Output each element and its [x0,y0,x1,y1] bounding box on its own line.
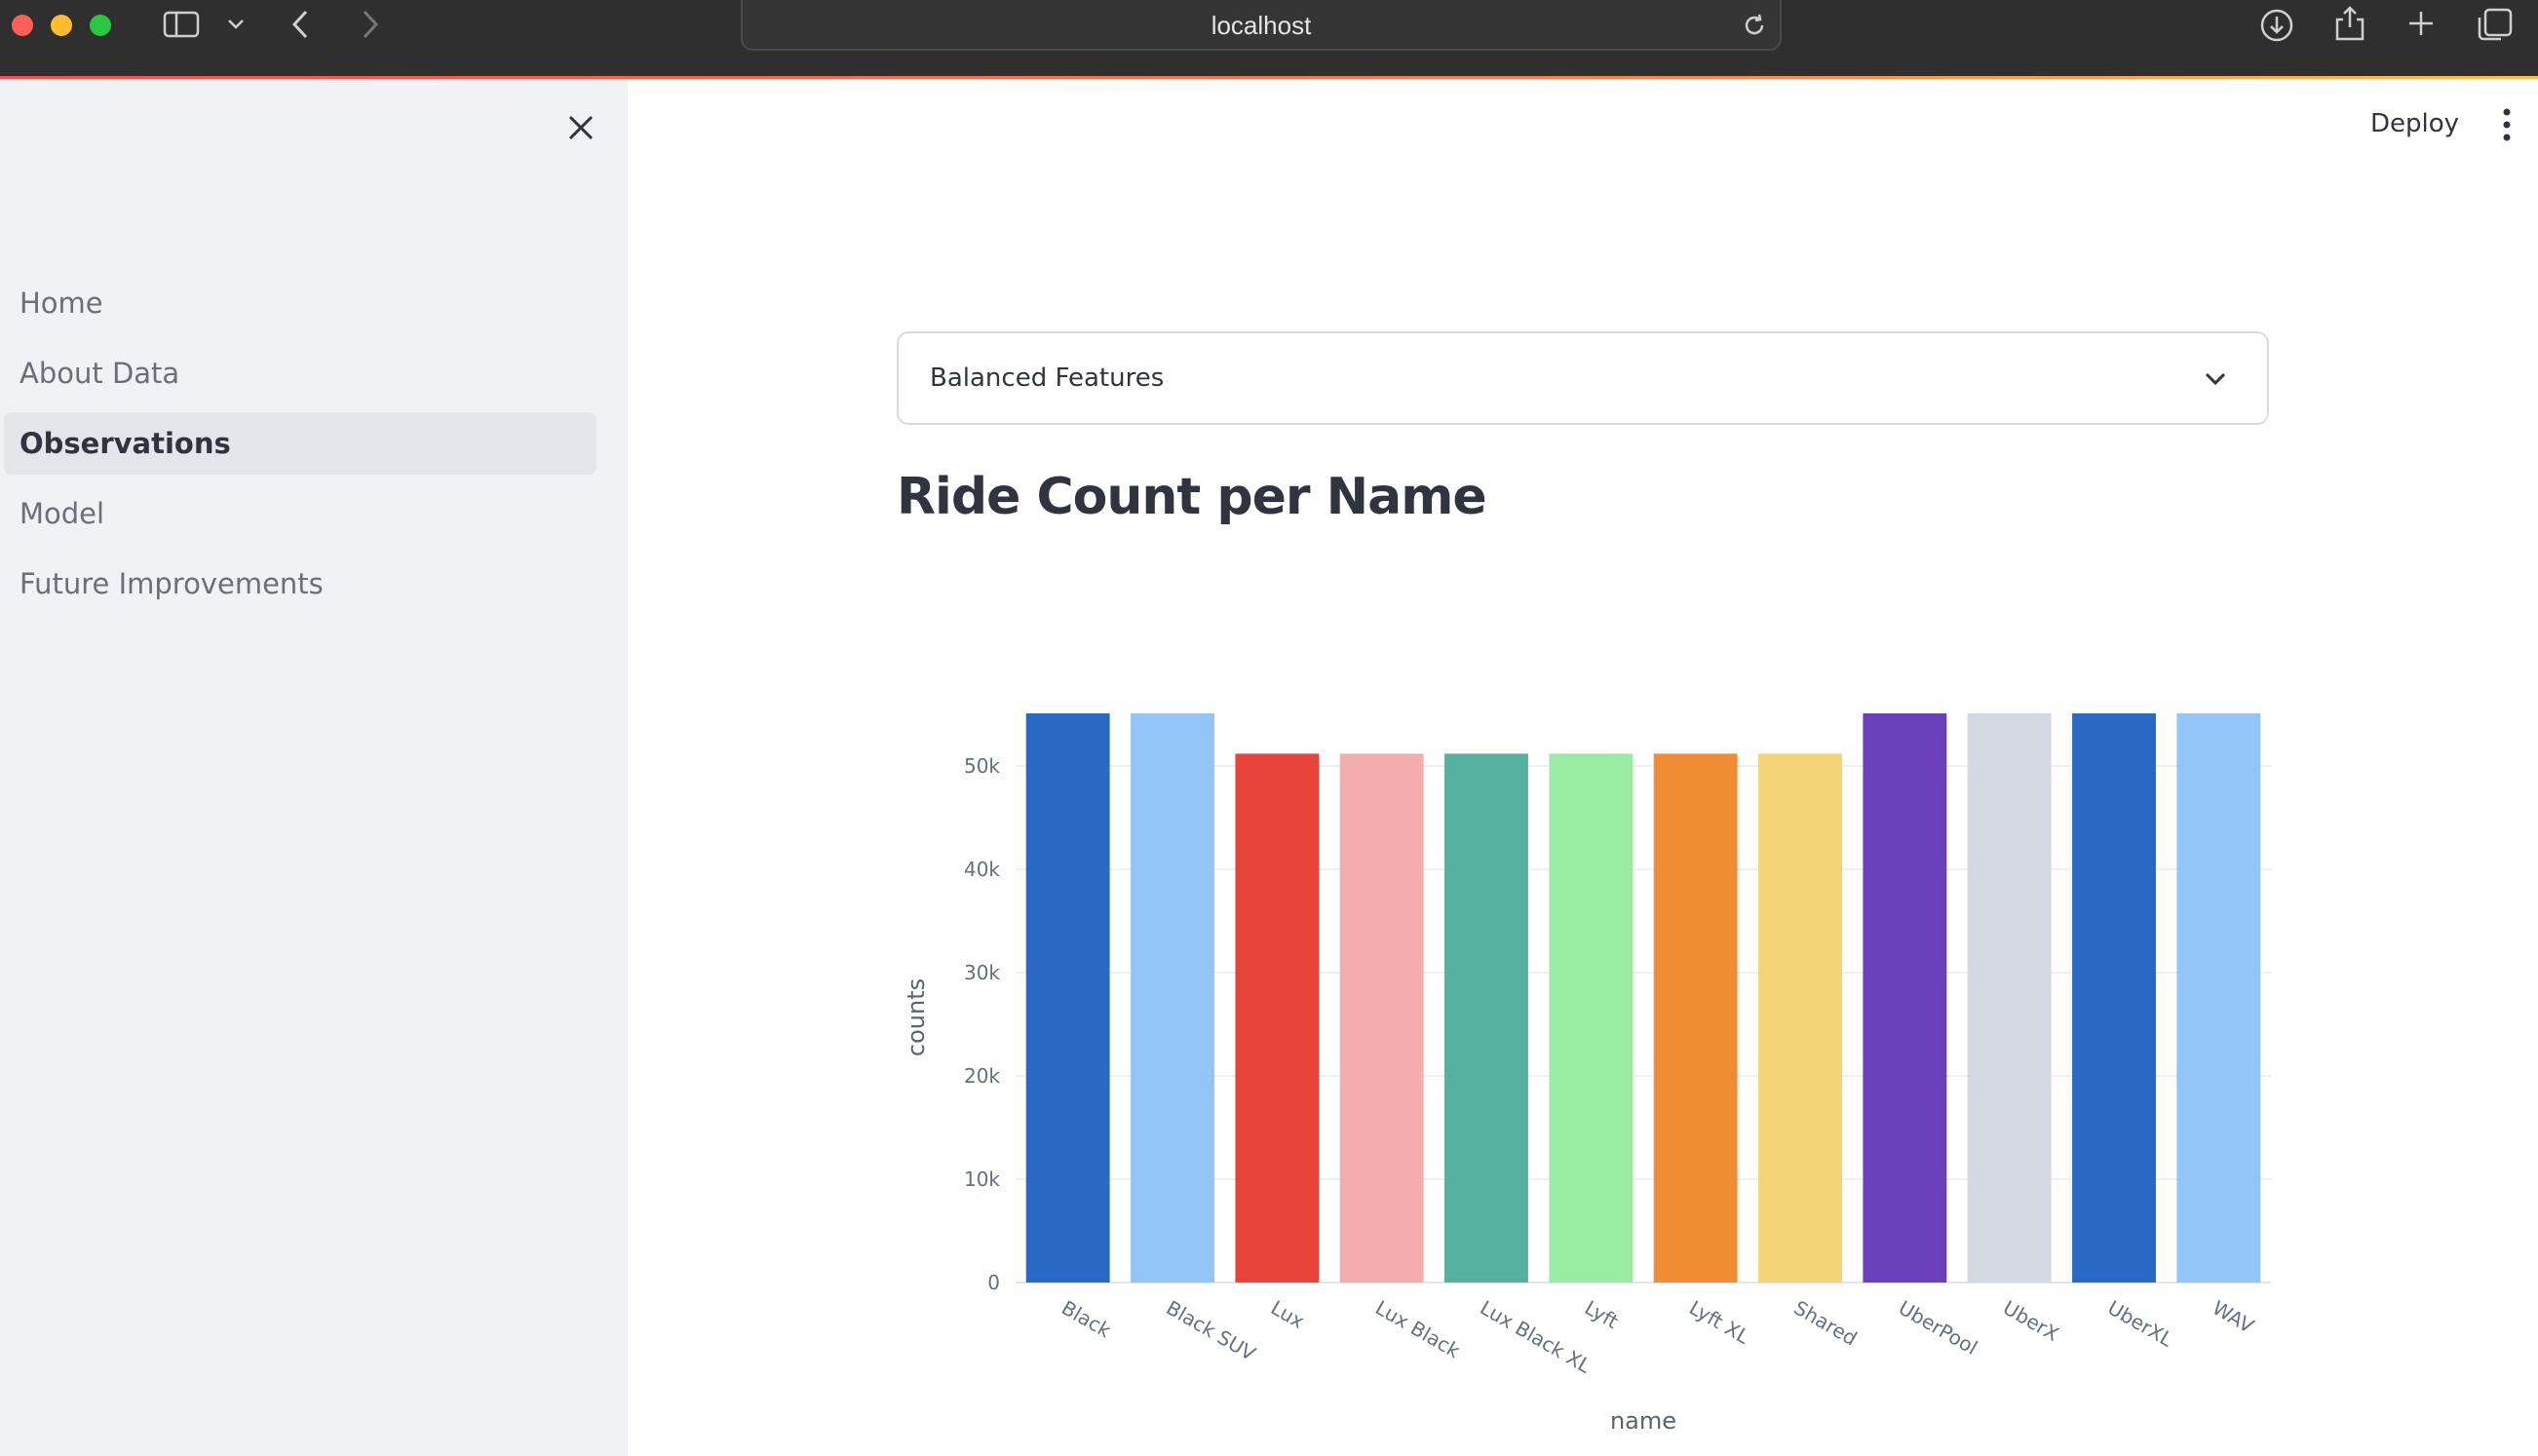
x-tick-label: Lyft XL [1685,1296,1754,1350]
x-tick-label: Black [1058,1296,1115,1343]
x-tick-label: Lux Black XL [1477,1296,1596,1379]
x-tick-label: Lux [1267,1296,1309,1334]
x-tick-label: UberPool [1895,1296,1981,1360]
y-tick-label: 0 [987,1271,1000,1294]
x-tick-label: UberXL [2104,1296,2178,1353]
y-tick-label: 30k [964,961,1000,984]
bar-chart: 0 10k 20k 30k 40k 50k Black Black SUV Lux Lux Bla… [903,713,2271,1435]
bar-shared[interactable] [1758,753,1842,1283]
x-tick-label: Lux Black [1371,1296,1464,1363]
x-tick-label: UberX [1999,1296,2063,1347]
bar-lux[interactable] [1235,753,1320,1283]
bar-uberx[interactable] [1967,713,2052,1283]
y-tick-label: 10k [964,1168,1000,1191]
bar-uberxl[interactable] [2072,713,2156,1283]
x-tick-label: Black SUV [1163,1296,1260,1366]
x-tick-label: WAV [2209,1296,2258,1338]
x-tick-label: Lyft [1581,1296,1623,1334]
bar-lux-black[interactable] [1339,753,1424,1283]
bar-wav[interactable] [2176,713,2261,1283]
x-tick-label: Shared [1790,1296,1862,1351]
y-tick-label: 20k [964,1064,1000,1088]
bar-black[interactable] [1025,713,1110,1283]
bar-black-suv[interactable] [1131,713,1214,1283]
bar-lyft-xl[interactable] [1653,753,1738,1283]
y-tick-label: 50k [964,754,1000,778]
x-axis-title: name [1610,1407,1676,1435]
y-tick-label: 40k [964,858,1000,881]
bar-uberpool[interactable] [1863,713,1947,1283]
bar-lux-black-xl[interactable] [1444,753,1528,1283]
bar-lyft[interactable] [1549,753,1634,1283]
y-axis-title: counts [903,978,930,1056]
